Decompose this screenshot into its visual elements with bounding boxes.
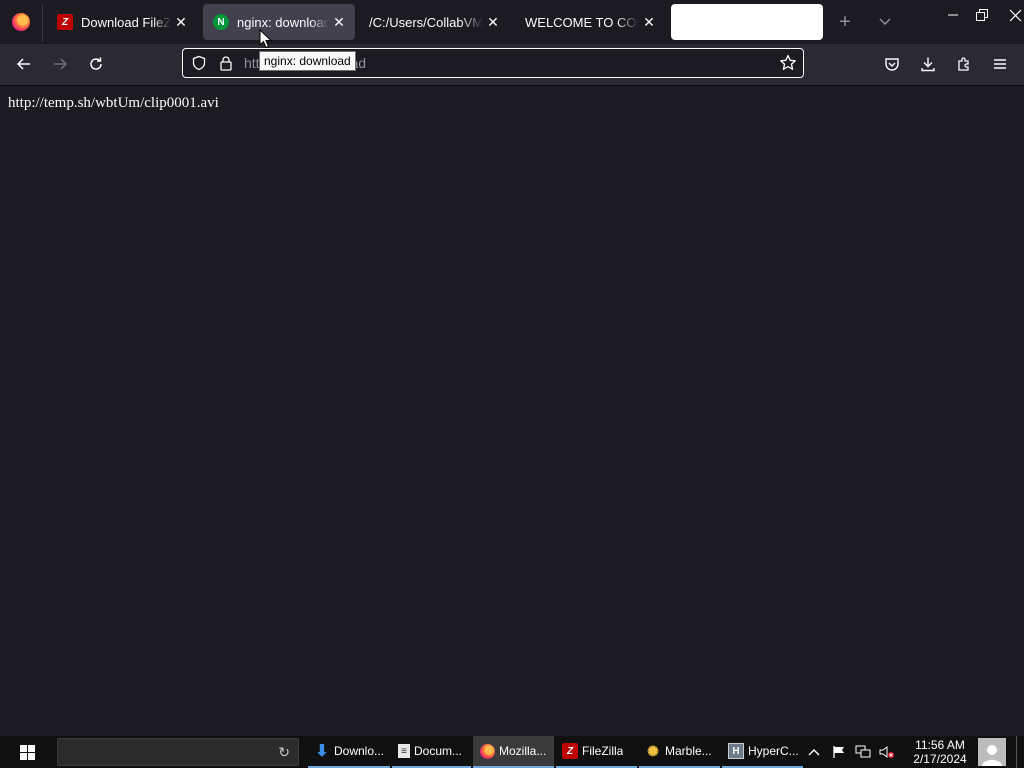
pocket-button[interactable]: [877, 50, 907, 78]
firefox-icon: [12, 13, 30, 31]
plus-icon: +: [839, 10, 851, 33]
hamburger-menu-icon: [994, 59, 1006, 69]
show-hidden-icons-button[interactable]: [806, 744, 822, 760]
minimize-icon: [948, 14, 958, 16]
taskbar-item-hypercam[interactable]: H HyperC...: [722, 736, 803, 768]
taskbar-item-label: FileZilla: [582, 744, 624, 758]
filezilla-icon: Z: [57, 14, 73, 30]
back-button[interactable]: [9, 50, 39, 78]
firefox-view-button[interactable]: [0, 0, 42, 44]
close-tab-icon[interactable]: ✕: [171, 12, 191, 32]
system-clock[interactable]: 11:56 AM 2/17/2024: [904, 738, 976, 766]
forward-button[interactable]: [45, 50, 75, 78]
chevron-up-icon: [808, 749, 820, 756]
close-tab-icon[interactable]: ✕: [329, 12, 349, 32]
taskbar-search-box[interactable]: ↻: [57, 738, 299, 766]
start-button[interactable]: [0, 736, 55, 768]
navigation-toolbar: httload: [0, 44, 1024, 86]
tab-title: WELCOME TO COLLABVM: [525, 14, 639, 30]
bookmark-star-icon[interactable]: [779, 54, 797, 72]
windows-taskbar: ↻ ⬇ Downlo... ≡ Docum... Mozilla... Z Fi…: [0, 736, 1024, 768]
show-desktop-button[interactable]: [1016, 736, 1024, 768]
puzzle-piece-icon: [958, 57, 969, 71]
action-center-flag-icon[interactable]: [831, 744, 847, 760]
minimize-button[interactable]: [938, 0, 968, 30]
close-window-button[interactable]: [1000, 0, 1024, 30]
tab-collabvm[interactable]: WELCOME TO COLLABVM ✕: [515, 4, 665, 40]
lock-icon[interactable]: [219, 55, 233, 71]
refresh-icon: ↻: [278, 744, 290, 760]
document-icon: ≡: [398, 744, 410, 758]
taskbar-item-mozilla-firefox[interactable]: Mozilla...: [473, 736, 554, 768]
tab-title: Download FileZilla Client: [81, 14, 171, 30]
tracking-protection-shield-icon[interactable]: [191, 55, 207, 71]
close-tab-icon[interactable]: ✕: [639, 12, 659, 32]
close-tab-icon[interactable]: ✕: [483, 12, 503, 32]
taskbar-item-label: Marble...: [665, 744, 712, 758]
close-icon: [1009, 9, 1021, 21]
tab-local-file[interactable]: /C:/Users/CollabVM/Desktop ✕: [359, 4, 509, 40]
chevron-down-icon: [879, 18, 891, 26]
url-text-start: htt: [244, 55, 260, 71]
taskbar-item-label: Downlo...: [334, 744, 385, 758]
tab-strip-separator: [42, 4, 43, 42]
tab-tooltip: nginx: download: [259, 51, 356, 71]
arrow-right-icon: [54, 58, 68, 70]
taskbar-item-label: HyperC...: [748, 744, 799, 758]
marble-icon: ✺: [647, 742, 659, 759]
tab-nginx-download[interactable]: N nginx: download ✕: [203, 4, 355, 40]
mouse-pointer-icon: [259, 29, 273, 49]
taskbar-item-label: Mozilla...: [499, 744, 547, 758]
clock-date: 2/17/2024: [913, 752, 967, 766]
taskbar-item-downloads[interactable]: ⬇ Downlo...: [308, 736, 390, 768]
new-tab-button[interactable]: +: [832, 8, 858, 36]
application-menu-button[interactable]: [985, 50, 1015, 78]
list-all-tabs-button[interactable]: [872, 8, 898, 36]
clock-time: 11:56 AM: [915, 738, 965, 752]
firefox-icon: [479, 743, 495, 759]
pocket-icon: [885, 58, 899, 71]
tab-blank[interactable]: [671, 4, 823, 40]
user-avatar-icon[interactable]: [978, 738, 1006, 766]
download-arrow-icon: ⬇: [315, 743, 329, 760]
reload-button[interactable]: [81, 50, 111, 78]
taskbar-item-label: Docum...: [414, 744, 463, 758]
tab-strip: Z Download FileZilla Client ✕ N nginx: d…: [0, 0, 1024, 44]
volume-muted-icon[interactable]: [879, 744, 895, 760]
download-icon: [921, 57, 935, 72]
windows-logo-icon: [20, 744, 35, 760]
taskbar-item-filezilla[interactable]: Z FileZilla: [556, 736, 637, 768]
extensions-button[interactable]: [949, 50, 979, 78]
page-content: http://temp.sh/wbtUm/clip0001.avi: [0, 86, 1024, 736]
restore-button[interactable]: [967, 0, 997, 30]
taskbar-item-marble[interactable]: ✺ Marble...: [639, 736, 720, 768]
filezilla-icon: Z: [562, 743, 578, 759]
network-icon[interactable]: [855, 744, 871, 760]
hypercam-icon: H: [728, 743, 744, 759]
tab-filezilla[interactable]: Z Download FileZilla Client ✕: [47, 4, 197, 40]
restore-icon: [976, 9, 988, 21]
page-text: http://temp.sh/wbtUm/clip0001.avi: [8, 95, 219, 111]
arrow-left-icon: [16, 58, 30, 70]
tab-title: nginx: download: [237, 14, 329, 30]
taskbar-item-documents[interactable]: ≡ Docum...: [392, 736, 471, 768]
reload-icon: [90, 57, 102, 70]
nginx-icon: N: [213, 14, 229, 30]
downloads-button[interactable]: [913, 50, 943, 78]
tab-title: /C:/Users/CollabVM/Desktop: [369, 14, 483, 30]
